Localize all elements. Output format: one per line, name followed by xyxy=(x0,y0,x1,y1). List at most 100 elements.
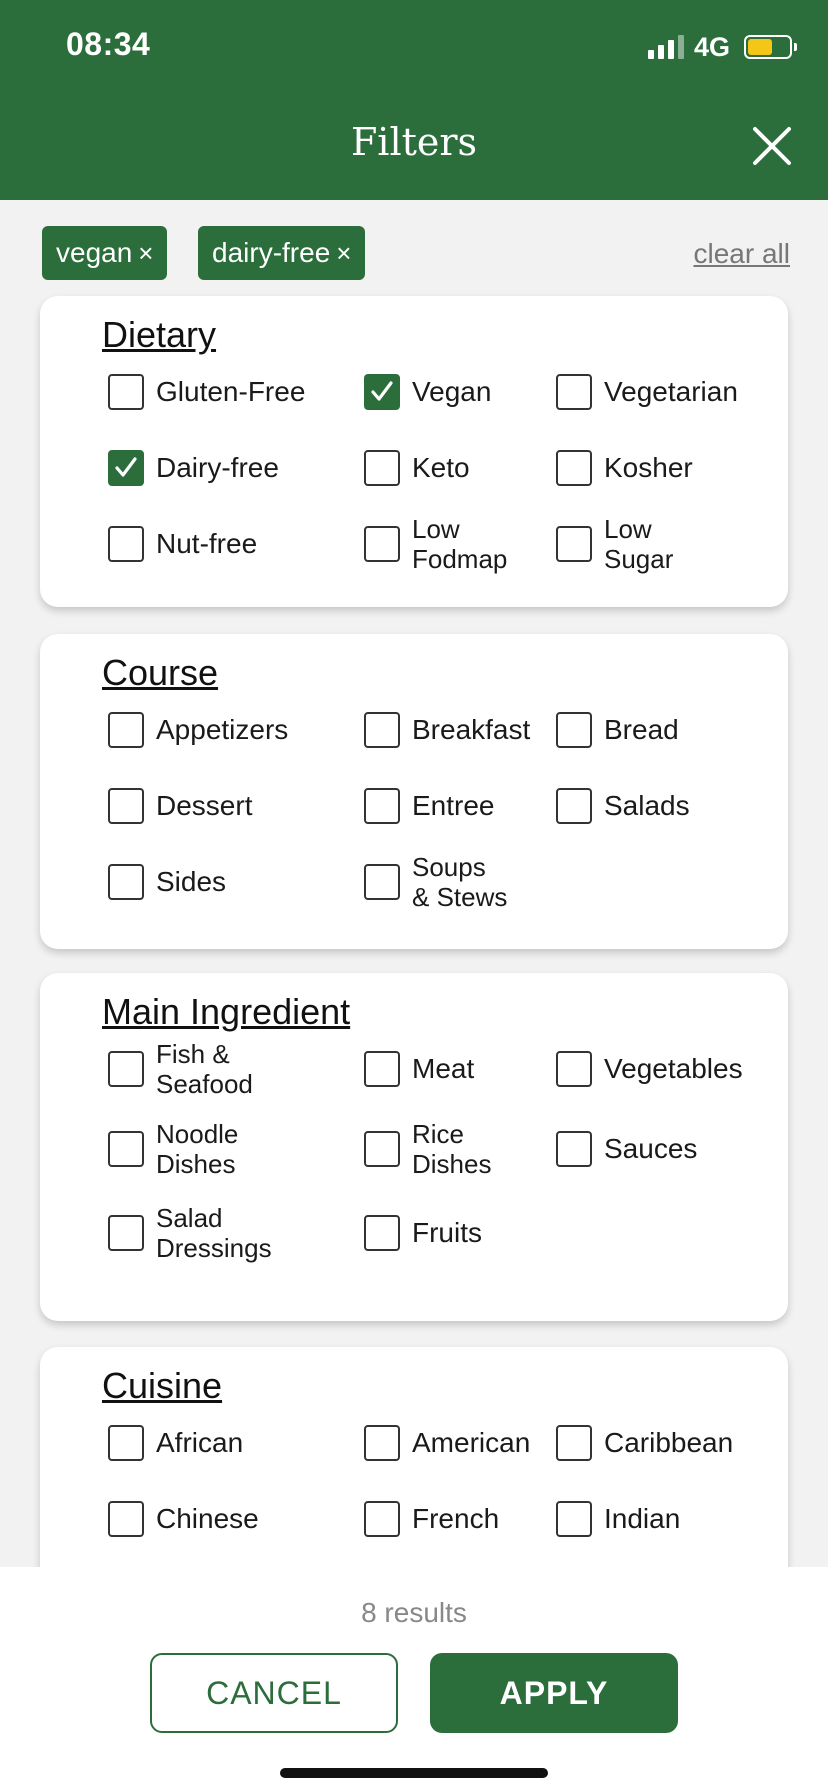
option-label: Vegetables xyxy=(604,1053,743,1084)
section-course: Course Appetizers Breakfast Bread Dessert Ent… xyxy=(40,634,788,949)
option-label: Dairy-free xyxy=(156,452,279,483)
checkbox[interactable] xyxy=(364,1501,400,1537)
option-label: Kosher xyxy=(604,452,693,483)
checkbox[interactable] xyxy=(108,450,144,486)
checkbox[interactable] xyxy=(364,450,400,486)
checkbox[interactable] xyxy=(556,526,592,562)
option-label: Vegan xyxy=(412,376,492,407)
remove-chip-icon[interactable]: × xyxy=(336,238,351,269)
clear-all-link[interactable]: clear all xyxy=(694,238,790,270)
checkbox[interactable] xyxy=(364,1425,400,1461)
checkbox[interactable] xyxy=(364,864,400,900)
filter-chip-dairy-free[interactable]: dairy-free × xyxy=(198,226,366,280)
checkbox[interactable] xyxy=(108,374,144,410)
section-title: Dietary xyxy=(102,314,217,355)
option-fish-seafood[interactable]: Fish & Seafood xyxy=(108,1039,253,1099)
checkbox[interactable] xyxy=(556,1051,592,1087)
option-salads[interactable]: Salads xyxy=(556,788,690,824)
section-title: Course xyxy=(102,652,219,693)
option-american[interactable]: American xyxy=(364,1425,530,1461)
option-dairy-free[interactable]: Dairy-free xyxy=(108,450,279,486)
option-low-sugar[interactable]: Low Sugar xyxy=(556,514,673,574)
option-chinese[interactable]: Chinese xyxy=(108,1501,259,1537)
checkmark-icon xyxy=(371,381,393,401)
option-french[interactable]: French xyxy=(364,1501,499,1537)
option-vegetables[interactable]: Vegetables xyxy=(556,1051,743,1087)
signal-icon xyxy=(647,35,684,59)
checkbox[interactable] xyxy=(108,526,144,562)
option-noodle-dishes[interactable]: Noodle Dishes xyxy=(108,1119,238,1179)
checkbox[interactable] xyxy=(364,1215,400,1251)
option-soups-stews[interactable]: Soups & Stews xyxy=(364,852,507,912)
close-button[interactable] xyxy=(752,126,792,166)
checkbox[interactable] xyxy=(364,526,400,562)
option-label: Indian xyxy=(604,1503,681,1534)
cancel-button[interactable]: CANCEL xyxy=(150,1653,398,1733)
option-caribbean[interactable]: Caribbean xyxy=(556,1425,733,1461)
option-keto[interactable]: Keto xyxy=(364,450,470,486)
option-african[interactable]: African xyxy=(108,1425,243,1461)
checkbox[interactable] xyxy=(556,1131,592,1167)
chip-label: vegan xyxy=(56,237,133,268)
checkbox[interactable] xyxy=(108,712,144,748)
option-low-fodmap[interactable]: Low Fodmap xyxy=(364,514,507,574)
option-sides[interactable]: Sides xyxy=(108,864,226,900)
checkbox[interactable] xyxy=(556,1425,592,1461)
option-label: Caribbean xyxy=(604,1427,734,1458)
option-rice-dishes[interactable]: Rice Dishes xyxy=(364,1119,491,1179)
option-dessert[interactable]: Dessert xyxy=(108,788,252,824)
option-label: Fruits xyxy=(412,1217,482,1248)
option-label: Salads xyxy=(604,790,690,821)
apply-button[interactable]: APPLY xyxy=(430,1653,678,1733)
checkbox[interactable] xyxy=(364,1051,400,1087)
checkbox[interactable] xyxy=(108,864,144,900)
footer-bar: 8 results CANCEL APPLY xyxy=(0,1567,828,1792)
checkbox[interactable] xyxy=(364,788,400,824)
option-label: Noodle Dishes xyxy=(156,1119,239,1179)
checkbox[interactable] xyxy=(108,1425,144,1461)
checkbox[interactable] xyxy=(108,1051,144,1087)
checkbox[interactable] xyxy=(108,1215,144,1251)
checkbox[interactable] xyxy=(556,788,592,824)
option-salad-dressings[interactable]: Salad Dressings xyxy=(108,1203,272,1263)
checkbox[interactable] xyxy=(364,374,400,410)
checkbox[interactable] xyxy=(108,1131,144,1167)
checkbox[interactable] xyxy=(556,450,592,486)
checkbox[interactable] xyxy=(108,788,144,824)
option-label: Sides xyxy=(156,866,227,897)
section-title: Main Ingredient xyxy=(102,991,351,1032)
checkbox[interactable] xyxy=(556,1501,592,1537)
checkbox[interactable] xyxy=(556,374,592,410)
option-nut-free[interactable]: Nut-free xyxy=(108,526,257,562)
option-gluten-free[interactable]: Gluten-Free xyxy=(108,374,305,410)
battery-icon xyxy=(744,35,797,59)
option-entree[interactable]: Entree xyxy=(364,788,495,824)
chip-label: dairy-free xyxy=(212,237,331,268)
checkbox[interactable] xyxy=(556,712,592,748)
option-label: Soups & Stews xyxy=(412,852,508,912)
option-breakfast[interactable]: Breakfast xyxy=(364,712,530,748)
status-time: 08:34 xyxy=(66,26,151,62)
option-meat[interactable]: Meat xyxy=(364,1051,474,1087)
active-filters: vegan × dairy-free × clear all xyxy=(42,226,790,280)
option-kosher[interactable]: Kosher xyxy=(556,450,693,486)
section-title: Cuisine xyxy=(102,1365,223,1406)
option-fruits[interactable]: Fruits xyxy=(364,1215,482,1251)
option-label: Vegetarian xyxy=(604,376,738,407)
option-bread[interactable]: Bread xyxy=(556,712,679,748)
checkbox[interactable] xyxy=(108,1501,144,1537)
option-appetizers[interactable]: Appetizers xyxy=(108,712,288,748)
checkbox[interactable] xyxy=(364,712,400,748)
filter-chip-vegan[interactable]: vegan × xyxy=(42,226,168,280)
checkbox[interactable] xyxy=(364,1131,400,1167)
option-sauces[interactable]: Sauces xyxy=(556,1131,697,1167)
option-vegan[interactable]: Vegan xyxy=(364,374,491,410)
option-label: Appetizers xyxy=(156,714,289,745)
option-indian[interactable]: Indian xyxy=(556,1501,680,1537)
option-label: Dessert xyxy=(156,790,253,821)
remove-chip-icon[interactable]: × xyxy=(138,238,153,269)
status-indicators: 4G xyxy=(647,30,797,64)
option-label: French xyxy=(412,1503,500,1534)
option-label: Chinese xyxy=(156,1503,259,1534)
option-vegetarian[interactable]: Vegetarian xyxy=(556,374,738,410)
